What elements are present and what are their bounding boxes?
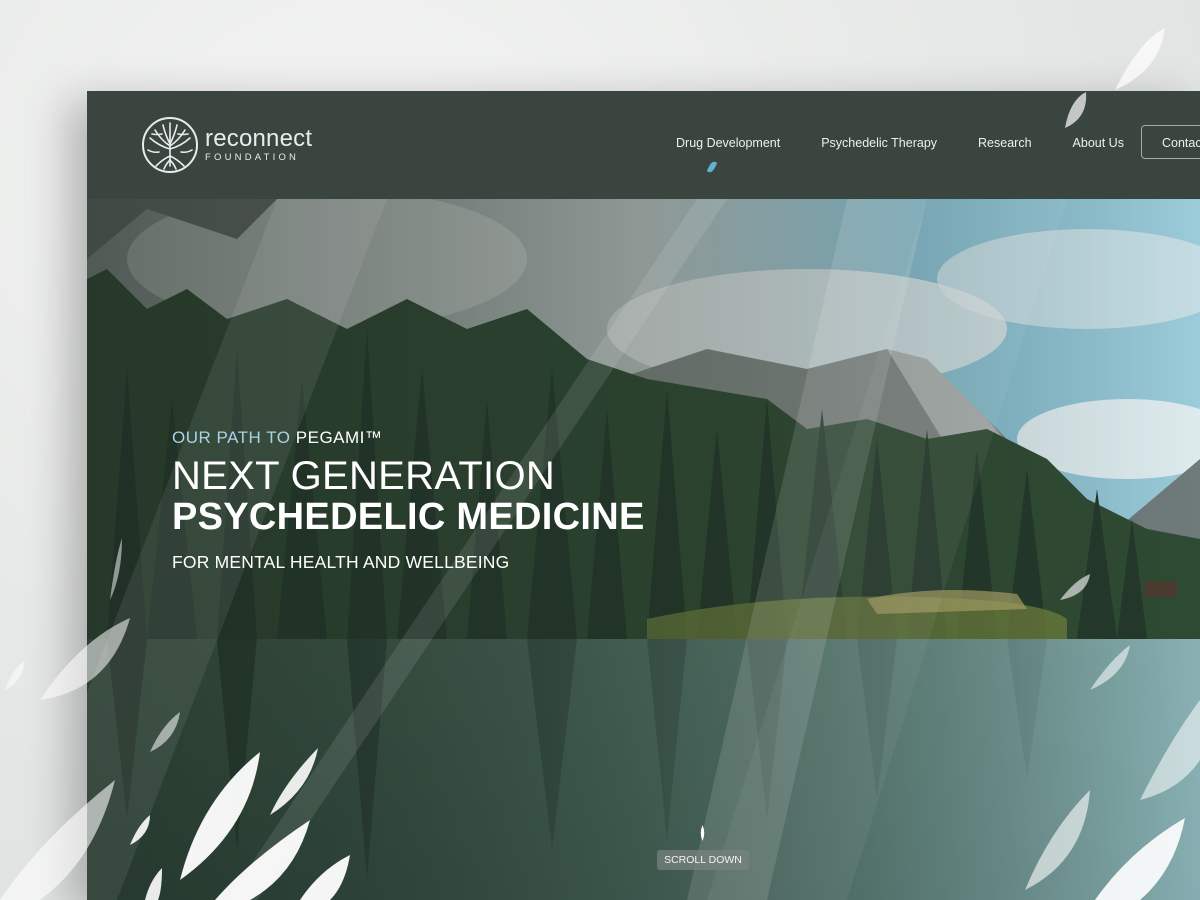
hero-subheadline: FOR MENTAL HEALTH AND WELLBEING	[172, 551, 510, 572]
browser-screen: reconnect FOUNDATION Drug Development Ps…	[87, 91, 1200, 900]
hero-eyebrow: OUR PATH TO PEGAMI™	[172, 428, 645, 448]
nav-item-psychedelic-therapy[interactable]: Psychedelic Therapy	[821, 136, 937, 150]
eyebrow-prefix: OUR PATH TO	[172, 428, 296, 447]
nav-item-about-us[interactable]: About Us	[1073, 136, 1124, 150]
hero-headline-line1: NEXT GENERATION	[172, 454, 556, 498]
hero-headline-line2: PSYCHEDELIC MEDICINE	[172, 496, 645, 538]
scroll-drop-icon	[700, 825, 705, 841]
nav-item-drug-development[interactable]: Drug Development	[676, 136, 780, 150]
hero-copy: OUR PATH TO PEGAMI™ NEXT GENERATION PSYC…	[172, 428, 645, 573]
nav-indicator-icon	[706, 160, 718, 174]
brand-text: reconnect FOUNDATION	[205, 127, 312, 163]
brand-name: reconnect	[205, 125, 313, 153]
nav-item-research[interactable]: Research	[978, 136, 1032, 150]
contact-button[interactable]: Contac	[1141, 125, 1200, 159]
main-nav: Drug Development Psychedelic Therapy Res…	[676, 136, 1165, 150]
site-header: reconnect FOUNDATION Drug Development Ps…	[87, 91, 1200, 199]
brand-logo[interactable]: reconnect FOUNDATION	[141, 116, 312, 174]
hero-section: OUR PATH TO PEGAMI™ NEXT GENERATION PSYC…	[87, 199, 1200, 900]
tree-logo-icon	[142, 117, 198, 173]
scroll-down-button[interactable]: SCROLL DOWN	[657, 850, 749, 870]
brand-subtitle: FOUNDATION	[205, 152, 300, 164]
eyebrow-highlight: PEGAMI™	[295, 428, 383, 447]
